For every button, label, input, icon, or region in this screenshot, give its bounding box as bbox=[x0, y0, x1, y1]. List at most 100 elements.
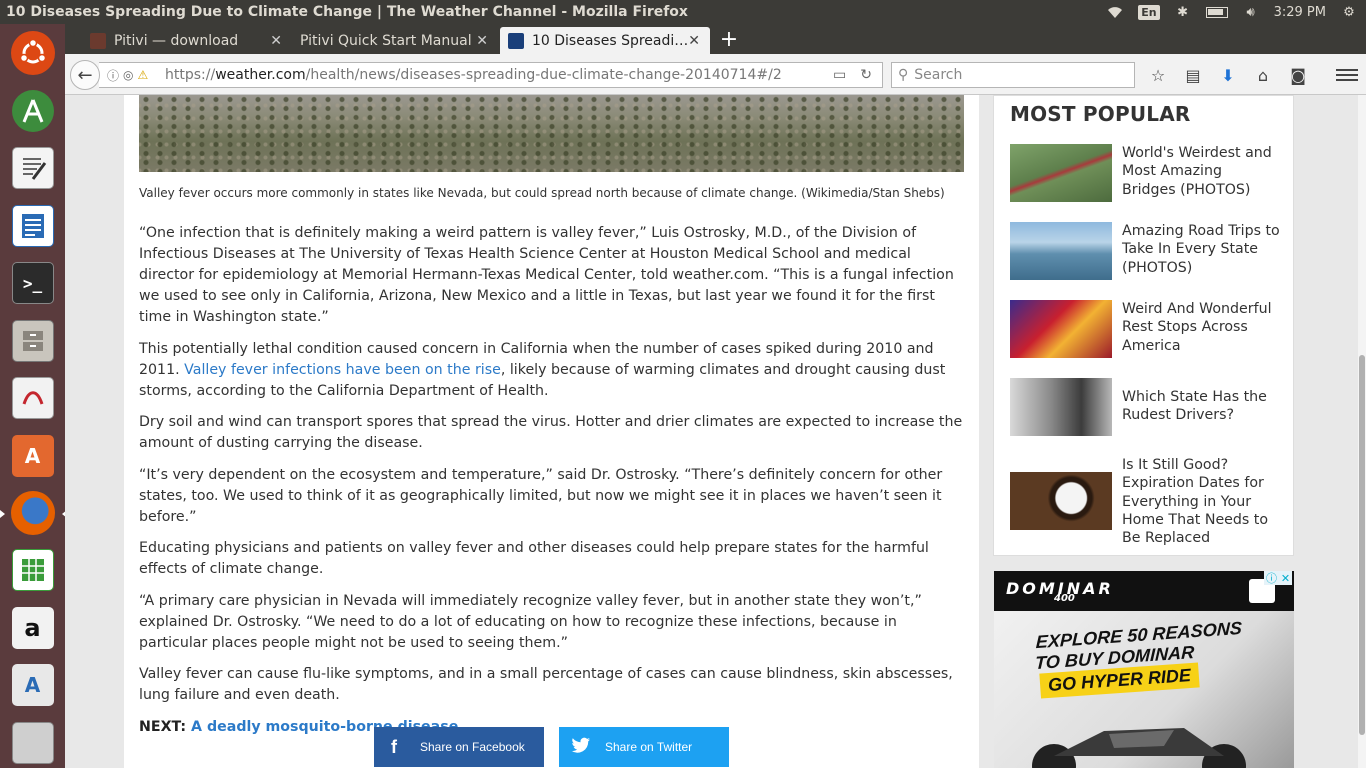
share-twitter-button[interactable]: Share on Twitter bbox=[559, 727, 729, 767]
launcher-software-center[interactable]: A bbox=[7, 430, 59, 480]
battery-icon[interactable] bbox=[1205, 6, 1228, 18]
tab-weather-article[interactable]: 10 Diseases Spreadi… ✕ bbox=[500, 27, 710, 54]
adchoices-icon[interactable]: ⓘ ✕ bbox=[1264, 571, 1292, 585]
popular-item-title[interactable]: Is It Still Good? Expiration Dates for E… bbox=[1122, 456, 1280, 547]
popular-item-rest-stops[interactable]: Weird And Wonderful Rest Stops Across Am… bbox=[1010, 300, 1280, 358]
reader-view-icon[interactable]: ▭ bbox=[833, 67, 846, 83]
coffee-thumbnail[interactable] bbox=[1010, 472, 1112, 530]
running-indicator-icon bbox=[0, 509, 5, 518]
launcher-libreoffice-calc[interactable] bbox=[7, 545, 59, 595]
wifi-icon[interactable] bbox=[1106, 4, 1124, 20]
launcher-ubuntu-dash[interactable] bbox=[7, 28, 59, 78]
search-bar[interactable]: ⚲ Search bbox=[891, 62, 1135, 88]
paragraph: “It’s very dependent on the ecosystem an… bbox=[139, 466, 943, 525]
most-popular-panel: MOST POPULAR World's Weirdest and Most A… bbox=[993, 95, 1294, 556]
reload-icon[interactable]: ↻ bbox=[860, 67, 872, 83]
motorcycle-image bbox=[1032, 728, 1246, 768]
volume-icon[interactable]: 🔊︎ bbox=[1242, 4, 1260, 20]
home-icon[interactable]: ⌂ bbox=[1252, 64, 1274, 86]
launcher-stacked-windows[interactable] bbox=[7, 718, 59, 768]
launcher-libreoffice-writer[interactable] bbox=[7, 200, 59, 250]
url-text[interactable]: https://weather.com/health/news/diseases… bbox=[165, 67, 833, 83]
share-facebook-label: Share on Facebook bbox=[420, 740, 525, 754]
tab-pitivi-download[interactable]: Pitivi — download ✕ bbox=[82, 27, 292, 54]
most-popular-title: MOST POPULAR bbox=[1010, 102, 1191, 126]
facebook-icon: f bbox=[391, 736, 397, 757]
launcher-pdf-viewer[interactable] bbox=[7, 373, 59, 423]
article-column: Valley fever occurs more commonly in sta… bbox=[124, 95, 979, 768]
popular-item-title[interactable]: Weird And Wonderful Rest Stops Across Am… bbox=[1122, 300, 1280, 358]
downloads-arrow-icon[interactable]: ⬇ bbox=[1217, 64, 1239, 86]
ad-header: DOMINAR 400 bbox=[994, 571, 1294, 611]
back-button[interactable]: ← bbox=[70, 60, 100, 90]
new-tab-plus-icon[interactable]: + bbox=[717, 27, 741, 52]
url-domain: weather.com bbox=[215, 67, 306, 83]
ad-model: 400 bbox=[1054, 593, 1075, 604]
tab-pitivi-manual[interactable]: Pitivi Quick Start Manual ✕ bbox=[292, 27, 498, 54]
tab-label: 10 Diseases Spreadi… bbox=[532, 32, 689, 49]
warning-lock-icon[interactable]: ⚠ bbox=[138, 68, 149, 82]
firefox-icon bbox=[10, 490, 55, 535]
bridge-thumbnail[interactable] bbox=[1010, 144, 1112, 202]
tracking-protection-icon[interactable]: ◎ bbox=[123, 68, 133, 82]
paragraph: This potentially lethal condition caused… bbox=[139, 339, 964, 402]
launcher-terminal[interactable]: >_ bbox=[7, 258, 59, 308]
site-identity[interactable]: ⓘ ◎ ⚠ bbox=[99, 67, 165, 84]
launcher-android-studio[interactable] bbox=[7, 85, 59, 135]
info-icon[interactable]: ⓘ bbox=[107, 67, 119, 84]
launcher-files[interactable] bbox=[7, 315, 59, 365]
popular-item-title[interactable]: Which State Has the Rudest Drivers? bbox=[1122, 378, 1280, 436]
stacked-windows-icon bbox=[11, 721, 54, 764]
ad-creative[interactable]: EXPLORE 50 REASONS TO BUY DOMINAR GO HYPE… bbox=[994, 611, 1294, 768]
driver-thumbnail[interactable] bbox=[1010, 378, 1112, 436]
popular-item-title[interactable]: World's Weirdest and Most Amazing Bridge… bbox=[1122, 144, 1280, 202]
hamburger-menu-icon[interactable] bbox=[1336, 64, 1358, 86]
road-trip-thumbnail[interactable] bbox=[1010, 222, 1112, 280]
launcher-text-editor[interactable] bbox=[7, 143, 59, 193]
close-tab-icon[interactable]: ✕ bbox=[270, 33, 282, 49]
page-content: Valley fever occurs more commonly in sta… bbox=[65, 95, 1358, 768]
launcher-software-updater[interactable]: A bbox=[7, 660, 59, 710]
clock[interactable]: 3:29 PM bbox=[1274, 5, 1326, 20]
close-tab-icon[interactable]: ✕ bbox=[688, 33, 700, 49]
updater-icon: A bbox=[11, 664, 54, 707]
page-scrollbar[interactable] bbox=[1358, 95, 1366, 768]
spreadsheet-icon bbox=[11, 549, 54, 592]
close-tab-icon[interactable]: ✕ bbox=[476, 33, 488, 49]
scrollbar-thumb[interactable] bbox=[1359, 355, 1365, 735]
popular-item-road-trips[interactable]: Amazing Road Trips to Take In Every Stat… bbox=[1010, 222, 1280, 280]
search-placeholder: Search bbox=[914, 67, 963, 83]
advertisement[interactable]: DOMINAR 400 ⓘ ✕ EXPLORE 50 REASONS TO BUY … bbox=[994, 571, 1294, 768]
paragraph: Educating physicians and patients on val… bbox=[139, 540, 929, 577]
amazon-icon: a bbox=[11, 606, 54, 649]
back-arrow-icon: ← bbox=[77, 64, 93, 86]
reading-list-icon[interactable]: ▤ bbox=[1182, 64, 1204, 86]
popular-item-title[interactable]: Amazing Road Trips to Take In Every Stat… bbox=[1122, 222, 1280, 280]
popular-item-bridges[interactable]: World's Weirdest and Most Amazing Bridge… bbox=[1010, 144, 1280, 202]
settings-gear-icon[interactable]: ⚙ bbox=[1340, 4, 1358, 20]
launcher-firefox[interactable] bbox=[0, 488, 67, 538]
valley-fever-rise-link[interactable]: Valley fever infections have been on the… bbox=[184, 362, 501, 378]
valley-desert-photo bbox=[139, 95, 964, 172]
search-icon: ⚲ bbox=[898, 67, 909, 83]
keyboard-language-indicator[interactable]: En bbox=[1138, 4, 1160, 20]
shopping-bag-icon: A bbox=[11, 434, 54, 477]
system-top-panel: 10 Diseases Spreading Due to Climate Cha… bbox=[0, 0, 1366, 24]
share-facebook-button[interactable]: f Share on Facebook bbox=[374, 727, 544, 767]
paragraph: Valley fever can cause flu-like symptoms… bbox=[139, 666, 953, 703]
url-scheme: https:// bbox=[165, 67, 216, 83]
bookmark-star-icon[interactable]: ☆ bbox=[1147, 64, 1169, 86]
rest-stop-thumbnail[interactable] bbox=[1010, 300, 1112, 358]
url-bar[interactable]: ⓘ ◎ ⚠ https://weather.com/health/news/di… bbox=[99, 62, 883, 88]
paragraph: “A primary care physician in Nevada will… bbox=[139, 592, 922, 651]
popular-item-rudest-drivers[interactable]: Which State Has the Rudest Drivers? bbox=[1010, 378, 1280, 436]
twitter-bird-icon bbox=[571, 737, 590, 758]
file-cabinet-icon bbox=[11, 319, 54, 362]
bluetooth-icon[interactable]: ✱ bbox=[1174, 4, 1192, 20]
paragraph: Dry soil and wind can transport spores t… bbox=[139, 414, 963, 451]
popular-item-expiration-dates[interactable]: Is It Still Good? Expiration Dates for E… bbox=[1010, 456, 1280, 547]
article-body: “One infection that is definitely making… bbox=[139, 223, 964, 748]
pdf-icon bbox=[11, 377, 54, 420]
pocket-icon[interactable]: ◙ bbox=[1287, 64, 1309, 86]
launcher-amazon[interactable]: a bbox=[7, 603, 59, 653]
